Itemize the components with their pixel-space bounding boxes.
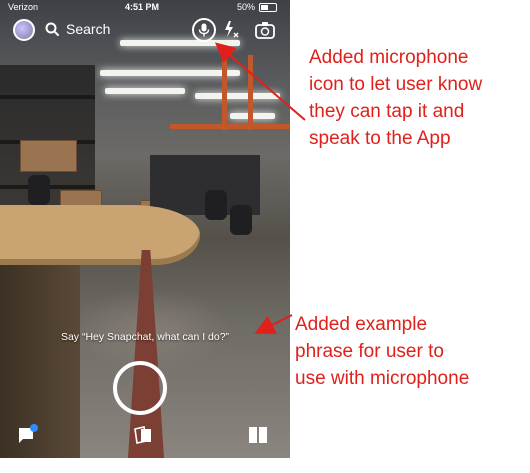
ceiling-light [195,93,280,99]
microphone-icon [198,23,210,37]
chat-icon[interactable] [18,424,40,444]
ceiling-light [100,70,240,76]
status-bar: Verizon 4:51 PM 50% [0,0,290,14]
pipe [222,60,227,130]
table-base [0,250,80,458]
battery-icon [259,3,277,12]
stories-icon[interactable] [248,426,268,444]
search-label[interactable]: Search [66,21,110,37]
pipe [170,124,290,129]
notification-dot [30,424,38,432]
chair [205,190,227,220]
ceiling-light [105,88,185,94]
pipe [248,55,253,130]
camera-screen: Verizon 4:51 PM 50% Search Say “Hey Snap… [0,0,290,458]
bitmoji-avatar-icon[interactable] [13,19,35,41]
search-icon[interactable] [45,22,59,36]
chair [28,175,50,205]
voice-prompt-text: Say “Hey Snapchat, what can I do?” [60,331,230,343]
phrase-annotation: Added example phrase for user to use wit… [295,314,470,389]
carrier-label: Verizon [8,2,39,12]
memories-icon[interactable] [132,426,154,444]
microphone-annotation: Added microphone icon to let user know t… [309,47,483,149]
cardboard-box [20,140,77,172]
ceiling-light [120,40,240,46]
flash-off-icon[interactable] [222,20,240,40]
clock: 4:51 PM [125,2,160,12]
capture-button[interactable] [113,361,167,415]
battery-percent: 50% [237,2,256,12]
table-top [0,205,200,265]
microphone-button[interactable] [192,18,216,42]
flip-camera-icon[interactable] [255,21,275,39]
chair [230,205,252,235]
